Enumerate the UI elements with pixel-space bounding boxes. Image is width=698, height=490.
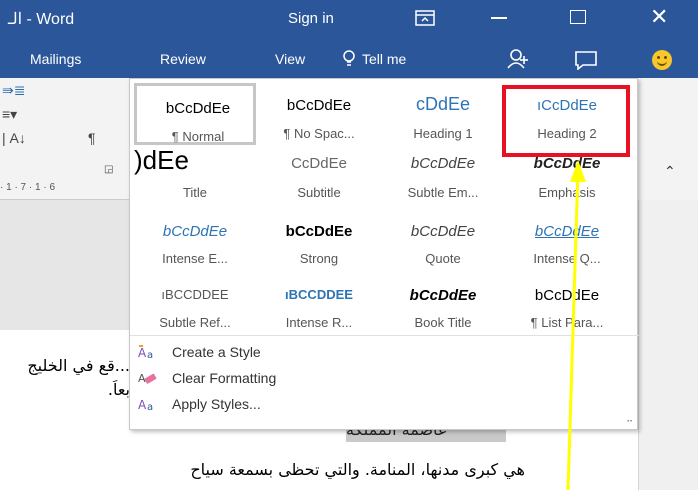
- apply-styles-menu-item[interactable]: A a Apply Styles...: [138, 393, 261, 415]
- style-sample: bCcDdEe: [409, 287, 477, 304]
- svg-text:A: A: [138, 398, 147, 412]
- style-subtitle[interactable]: CcDdEe Subtitle: [258, 145, 380, 207]
- create-style-icon: A a: [138, 345, 153, 360]
- style-name: Quote: [425, 251, 461, 266]
- style-name: ¶ No Spac...: [283, 126, 355, 141]
- title-bar: الـ - Word Sign in ✕: [0, 0, 698, 40]
- dialog-launcher-icon[interactable]: ◲: [104, 164, 113, 175]
- clear-formatting-label: Clear Formatting: [172, 370, 277, 386]
- ribbon-display-options-icon[interactable]: [414, 8, 436, 28]
- tell-me-label: Tell me: [362, 51, 407, 67]
- style-name: Intense Q...: [533, 251, 601, 266]
- style-normal[interactable]: bCcDdEe ¶ Normal: [134, 83, 256, 145]
- style-subtle-reference[interactable]: ıBCCDDEE Subtle Ref...: [134, 273, 256, 335]
- feedback-smiley-icon[interactable]: [652, 50, 672, 70]
- gallery-separator: [130, 335, 639, 336]
- eraser-icon: A: [138, 372, 157, 385]
- tab-view[interactable]: View: [275, 51, 305, 67]
- style-intense-quote[interactable]: bCcDdEe Intense Q...: [506, 209, 628, 271]
- share-icon[interactable]: [507, 48, 529, 70]
- svg-text:A: A: [138, 346, 147, 360]
- style-sample: bCcDdEe: [410, 155, 476, 172]
- style-sample: bCcDdEe: [533, 155, 601, 172]
- ruler: · 1 · 7 · 1 · 6: [0, 178, 130, 200]
- tab-review[interactable]: Review: [160, 51, 206, 67]
- style-sample: ıBCCDDEE: [285, 287, 353, 302]
- svg-text:a: a: [147, 402, 153, 412]
- style-sample: ıBCCDDEE: [161, 287, 229, 302]
- style-name: ¶ List Para...: [530, 315, 604, 330]
- style-subtle-emphasis[interactable]: bCcDdEe Subtle Em...: [382, 145, 504, 207]
- style-name: Intense R...: [285, 315, 353, 330]
- maximize-button[interactable]: [570, 10, 586, 24]
- style-name: Subtitle: [297, 185, 341, 200]
- document-text-line[interactable]: هي كبرى مدنها، المنامة. والتي تحظى بسمعة…: [0, 460, 525, 479]
- show-formatting-icon[interactable]: ¶: [88, 130, 96, 146]
- style-intense-emphasis[interactable]: bCcDdEe Intense E...: [134, 209, 256, 271]
- style-sample: bCcDdEe: [286, 97, 352, 114]
- style-name: Emphasis: [538, 185, 596, 200]
- style-intense-reference[interactable]: ıBCCDDEE Intense R...: [258, 273, 380, 335]
- minimize-button[interactable]: [491, 17, 507, 19]
- create-style-label: Create a Style: [172, 344, 261, 360]
- close-button[interactable]: ✕: [650, 4, 668, 30]
- style-sample: bCcDdEe: [165, 100, 231, 117]
- style-name: Heading 1: [413, 126, 473, 141]
- apply-styles-label: Apply Styles...: [172, 396, 261, 412]
- style-sample: CcDdEe: [291, 155, 347, 172]
- document-text-line[interactable]: ...قع في الخليج: [4, 356, 130, 375]
- style-book-title[interactable]: bCcDdEe Book Title: [382, 273, 504, 335]
- style-no-spacing[interactable]: bCcDdEe ¶ No Spac...: [258, 83, 380, 145]
- window-title: الـ - Word: [8, 11, 75, 28]
- style-name: ¶ Normal: [171, 129, 225, 144]
- ribbon-paragraph-group: ⇛≣ ≡▾ | A↓ ¶ ◲: [0, 78, 130, 182]
- style-sample: bCcDdEe: [410, 223, 476, 240]
- line-spacing-icon[interactable]: ≡▾: [2, 106, 17, 123]
- style-heading-1[interactable]: cDdEe Heading 1: [382, 83, 504, 145]
- annotation-highlight-box: [502, 85, 630, 157]
- create-style-menu-item[interactable]: A a Create a Style: [138, 341, 261, 363]
- tab-mailings[interactable]: Mailings: [30, 51, 81, 67]
- clear-formatting-menu-item[interactable]: A Clear Formatting: [138, 367, 276, 389]
- sign-in-link[interactable]: Sign in: [288, 10, 334, 27]
- style-sample: bCcDdEe: [534, 223, 600, 240]
- style-sample: )dEe: [134, 145, 189, 175]
- document-text-line[interactable]: بعاً.: [100, 380, 130, 399]
- indent-icon[interactable]: ⇛≣: [2, 82, 25, 99]
- style-sample: cDdEe: [415, 94, 471, 114]
- document-side-margin: [638, 200, 698, 490]
- svg-text:A: A: [138, 372, 146, 385]
- style-list-paragraph[interactable]: bCcDdEe ¶ List Para...: [506, 273, 628, 335]
- style-name: Title: [182, 185, 208, 200]
- ruler-marks: · 1 · 7 · 1 · 6: [0, 182, 56, 193]
- svg-text:a: a: [147, 350, 153, 360]
- style-name: Intense E...: [162, 251, 228, 266]
- resize-grip-icon[interactable]: ⠒: [626, 417, 633, 428]
- style-quote[interactable]: bCcDdEe Quote: [382, 209, 504, 271]
- style-sample: bCcDdEe: [534, 287, 600, 304]
- sort-icon[interactable]: | A↓: [2, 130, 26, 146]
- lightbulb-icon: [343, 50, 355, 66]
- collapse-ribbon-icon[interactable]: ⌃: [664, 163, 676, 180]
- ribbon-right-area: [638, 78, 698, 200]
- style-name: Subtle Em...: [407, 185, 479, 200]
- tell-me-box[interactable]: Tell me: [342, 50, 406, 68]
- style-sample: bCcDdEe: [162, 223, 228, 240]
- style-title[interactable]: )dEe Title: [134, 145, 256, 207]
- style-strong[interactable]: bCcDdEe Strong: [258, 209, 380, 271]
- apply-styles-icon: A a: [138, 398, 153, 412]
- style-name: Subtle Ref...: [159, 315, 231, 330]
- comments-icon[interactable]: [574, 50, 598, 70]
- style-sample: bCcDdEe: [285, 223, 353, 240]
- style-name: Book Title: [414, 315, 472, 330]
- style-name: Strong: [299, 251, 339, 266]
